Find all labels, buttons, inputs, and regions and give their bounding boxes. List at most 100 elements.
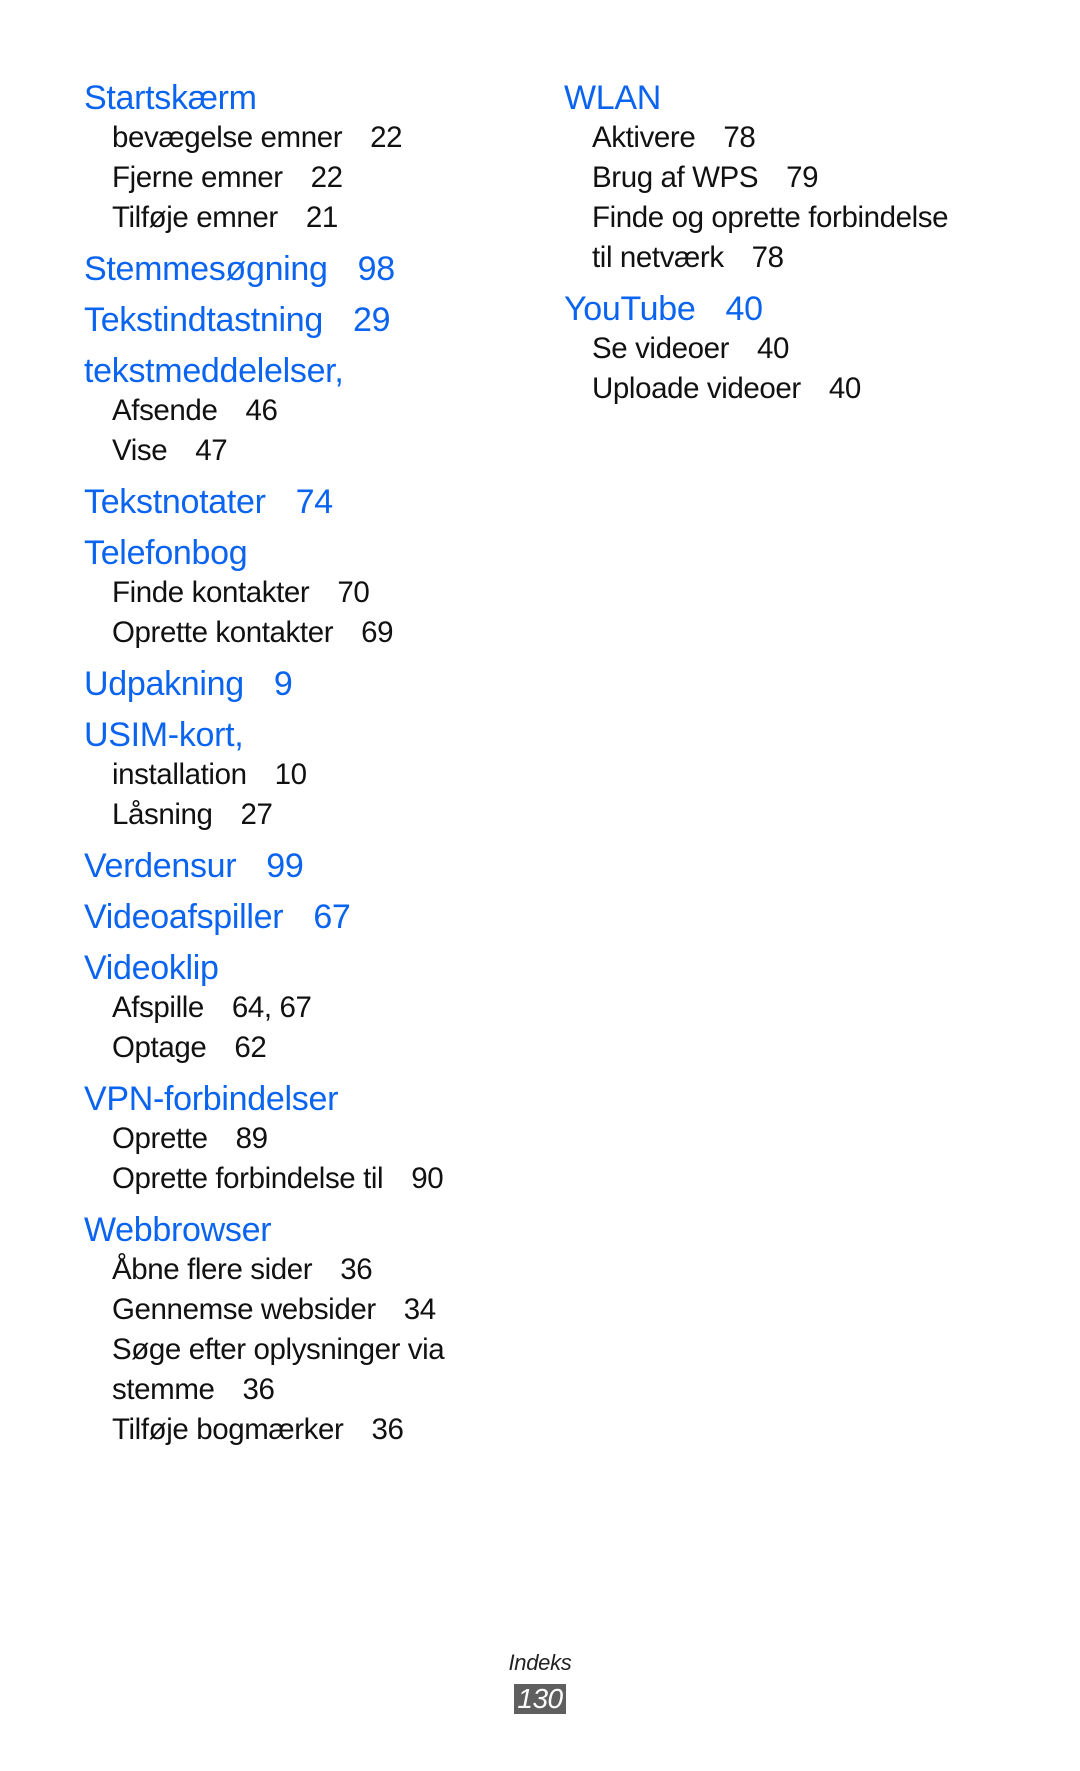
index-subentry: Låsning 27 <box>84 795 544 835</box>
index-entry: Verdensur 99 <box>84 846 544 886</box>
term-label: Udpakning <box>84 665 244 703</box>
index-entry: Tekstnotater 74 <box>84 482 544 522</box>
subentry-label: Optage <box>112 1031 207 1064</box>
page-footer: Indeks 130 <box>0 1650 1080 1714</box>
subentry-list: bevægelse emner 22 Fjerne emner 22 Tilføje e… <box>84 118 544 238</box>
index-entry: Telefonbog Finde kontakter 70 Oprette konta… <box>84 533 544 653</box>
term-page-ref: 40 <box>725 290 764 328</box>
subentry-label: Oprette forbindelse til <box>112 1162 384 1195</box>
index-entry: Videoafspiller 67 <box>84 897 544 937</box>
subentry-label: Aktivere <box>592 121 696 154</box>
subentry-page-ref: 78 <box>751 241 784 274</box>
subentry-page-ref: 47 <box>195 434 228 467</box>
index-subentry: Søge efter oplysninger via stemme 36 <box>84 1330 544 1410</box>
term-label: Verdensur <box>84 847 237 885</box>
subentry-page-ref: 36 <box>371 1413 404 1446</box>
subentry-page-ref: 36 <box>340 1253 373 1286</box>
index-subentry: Finde kontakter 70 <box>84 573 544 613</box>
subentry-page-ref: 64, 67 <box>231 991 312 1024</box>
subentry-list: Aktivere 78 Brug af WPS 79 Finde og oprette … <box>564 118 1064 278</box>
term-page-ref: 98 <box>357 250 396 288</box>
term-page-ref: 74 <box>295 483 334 521</box>
index-entry: Startskærm bevægelse emner 22 Fjerne emner 2… <box>84 78 544 238</box>
index-term: Tekstnotater 74 <box>84 482 544 522</box>
subentry-list: Afspille 64, 67 Optage 62 <box>84 988 544 1068</box>
subentry-label-line2: stemme <box>112 1373 215 1406</box>
subentry-page-ref: 78 <box>723 121 756 154</box>
index-subentry: Oprette forbindelse til 90 <box>84 1159 544 1199</box>
index-subentry: Oprette kontakter 69 <box>84 613 544 653</box>
subentry-page-ref: 10 <box>274 758 307 791</box>
index-entry: YouTube 40 Se videoer 40 Uploade videoer 40 <box>564 289 1064 409</box>
index-term: Telefonbog <box>84 533 544 573</box>
subentry-label: installation <box>112 758 247 791</box>
subentry-page-ref: 89 <box>235 1122 268 1155</box>
term-label: Tekstindtastning <box>84 301 324 339</box>
subentry-page-ref: 79 <box>786 161 819 194</box>
index-entry: VPN-forbindelser Oprette 89 Oprette forbind… <box>84 1079 544 1199</box>
section-label: Indeks <box>508 1650 572 1675</box>
index-entry: tekstmeddelelser, Afsende 46 Vise 47 <box>84 351 544 471</box>
subentry-label-line2: til netværk <box>592 241 724 274</box>
subentry-page-ref: 69 <box>361 616 394 649</box>
term-label: WLAN <box>564 79 662 117</box>
term-label: Startskærm <box>84 79 257 117</box>
term-page-ref: 9 <box>273 665 293 703</box>
index-subentry: Fjerne emner 22 <box>84 158 544 198</box>
index-subentry: Tilføje emner 21 <box>84 198 544 238</box>
index-term: YouTube 40 <box>564 289 1064 329</box>
term-label: Videoklip <box>84 949 219 987</box>
term-page-ref: 67 <box>313 898 351 936</box>
index-subentry: Aktivere 78 <box>564 118 1064 158</box>
index-term: Verdensur 99 <box>84 846 544 886</box>
subentry-list: installation 10 Låsning 27 <box>84 755 544 835</box>
index-subentry: Brug af WPS 79 <box>564 158 1064 198</box>
index-term: Tekstindtastning 29 <box>84 300 544 340</box>
subentry-label: Afspille <box>112 991 204 1024</box>
subentry-page-ref: 27 <box>240 798 273 831</box>
index-term: Videoafspiller 67 <box>84 897 544 937</box>
term-label: VPN-forbindelser <box>84 1080 339 1118</box>
index-subentry: Afspille 64, 67 <box>84 988 544 1028</box>
index-term: Startskærm <box>84 78 544 118</box>
subentry-list: Åbne flere sider 36 Gennemse websider 34 Søg… <box>84 1250 544 1450</box>
index-term: Stemmesøgning 98 <box>84 249 544 289</box>
index-entry: WLAN Aktivere 78 Brug af WPS 79 Finde og opre… <box>564 78 1064 278</box>
subentry-label: Se videoer <box>592 332 730 365</box>
subentry-label: Tilføje emner <box>112 201 278 234</box>
subentry-list: Finde kontakter 70 Oprette kontakter 69 <box>84 573 544 653</box>
subentry-label: Uploade videoer <box>592 372 801 405</box>
subentry-label-continued: til netværk 78 <box>592 238 1064 278</box>
subentry-page-ref: 46 <box>245 394 278 427</box>
subentry-page-ref: 22 <box>370 121 403 154</box>
subentry-page-ref: 22 <box>310 161 343 194</box>
subentry-label: Finde kontakter <box>112 576 310 609</box>
index-subentry: Oprette 89 <box>84 1119 544 1159</box>
index-subentry: Åbne flere sider 36 <box>84 1250 544 1290</box>
subentry-page-ref: 34 <box>403 1293 436 1326</box>
subentry-label: bevægelse emner <box>112 121 343 154</box>
term-label: Webbrowser <box>84 1211 272 1249</box>
subentry-label: Åbne flere sider <box>112 1253 313 1286</box>
subentry-label: Gennemse websider <box>112 1293 376 1326</box>
index-term: Videoklip <box>84 948 544 988</box>
subentry-label-continued: stemme 36 <box>112 1370 544 1410</box>
index-subentry: Se videoer 40 <box>564 329 1064 369</box>
index-subentry: Gennemse websider 34 <box>84 1290 544 1330</box>
index-column-left: Startskærm bevægelse emner 22 Fjerne emner 2… <box>84 78 544 1450</box>
subentry-label: Tilføje bogmærker <box>112 1413 344 1446</box>
index-term: VPN-forbindelser <box>84 1079 544 1119</box>
term-label: USIM-kort, <box>84 716 244 754</box>
subentry-list: Afsende 46 Vise 47 <box>84 391 544 471</box>
term-label: Stemmesøgning <box>84 250 328 288</box>
index-subentry: bevægelse emner 22 <box>84 118 544 158</box>
index-entry: Webbrowser Åbne flere sider 36 Gennemse web… <box>84 1210 544 1450</box>
index-entry: USIM-kort, installation 10 Låsning 27 <box>84 715 544 835</box>
subentry-page-ref: 36 <box>242 1373 275 1406</box>
index-entry: Tekstindtastning 29 <box>84 300 544 340</box>
index-entry: Stemmesøgning 98 <box>84 249 544 289</box>
subentry-label: Afsende <box>112 394 218 427</box>
term-label: YouTube <box>564 290 696 328</box>
subentry-page-ref: 40 <box>828 372 861 405</box>
subentry-label: Fjerne emner <box>112 161 283 194</box>
